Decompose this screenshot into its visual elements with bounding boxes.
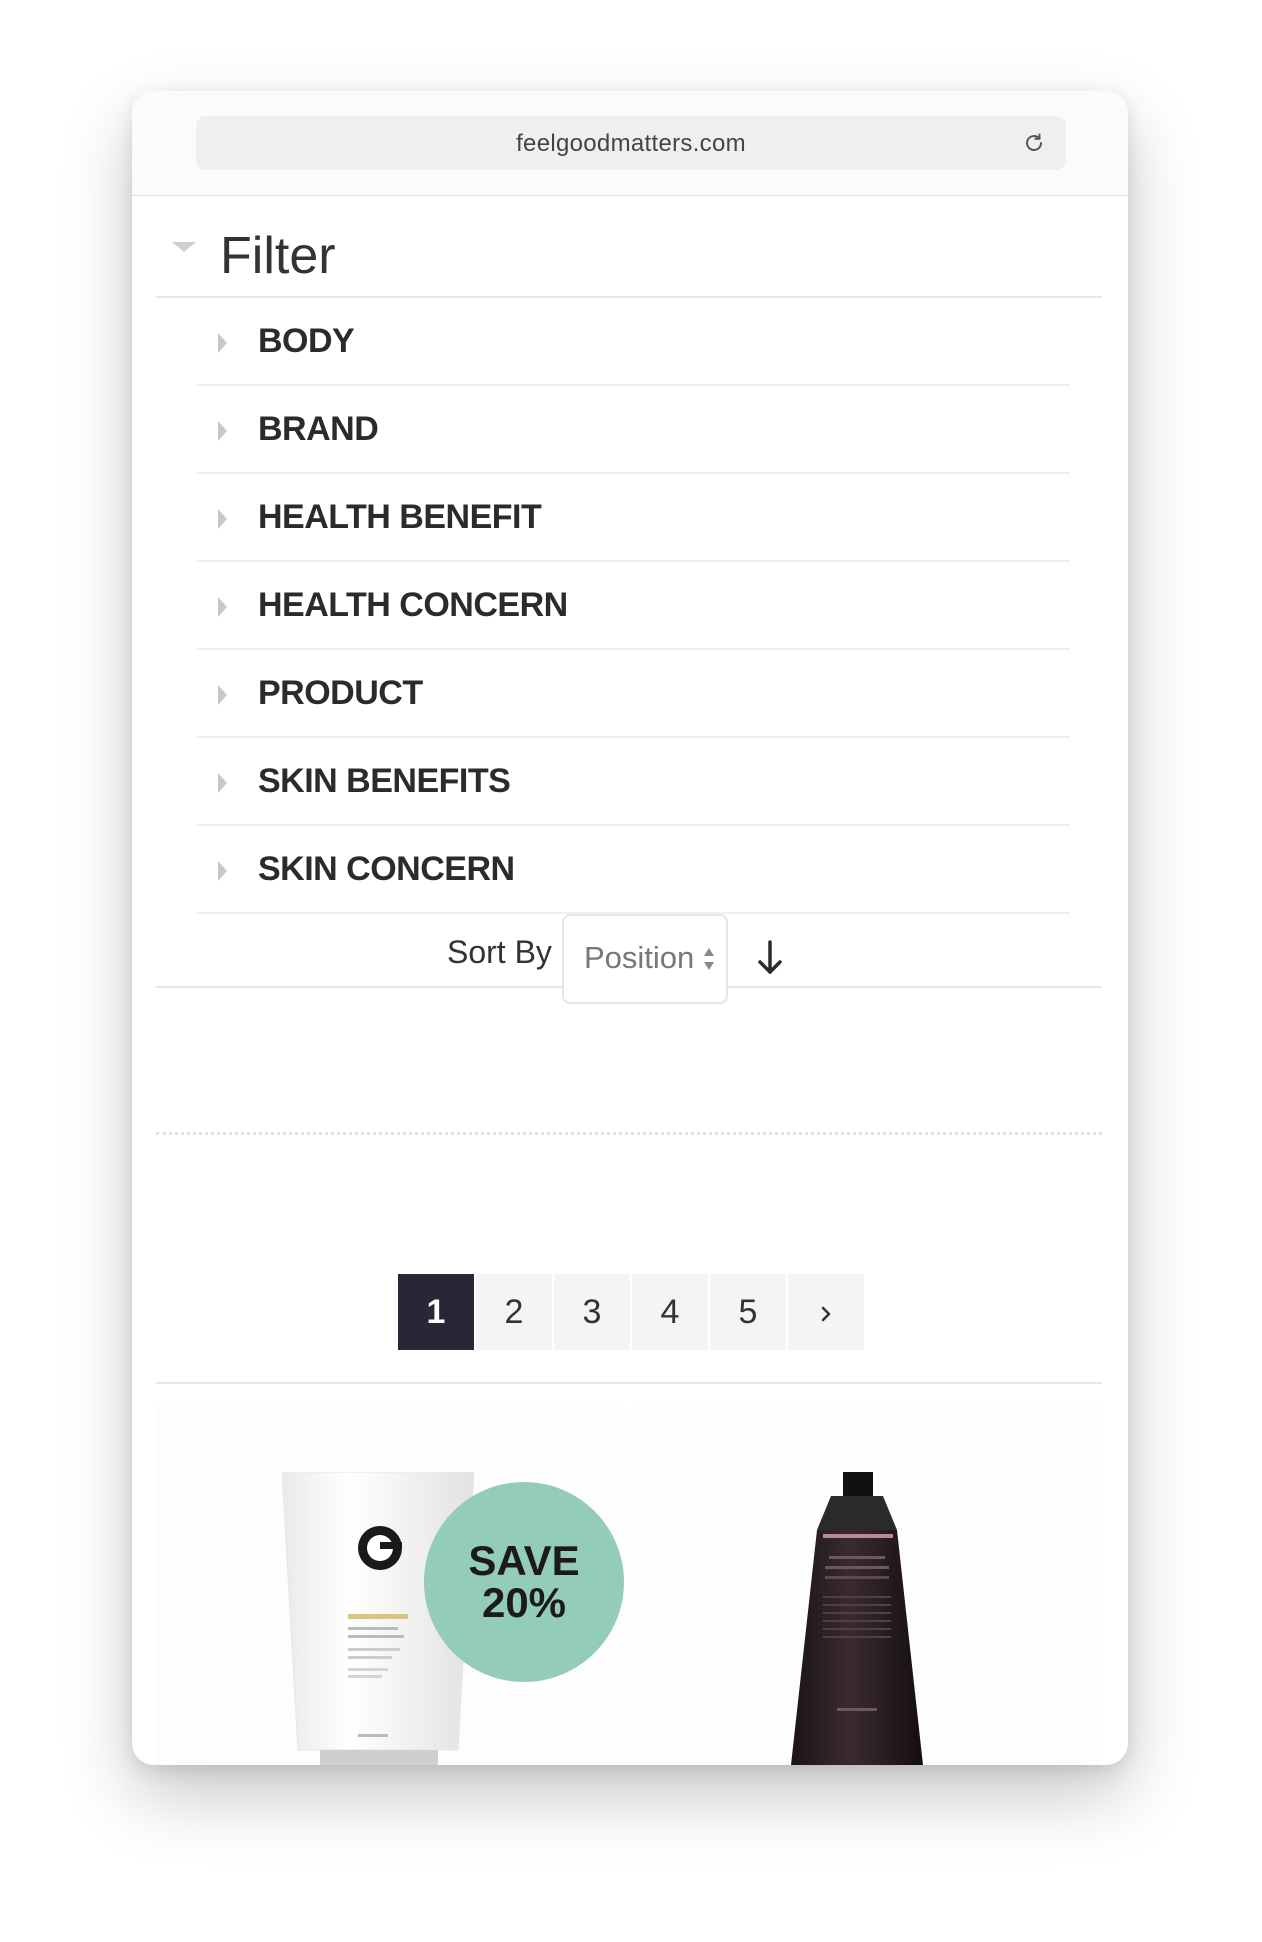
caret-right-icon bbox=[218, 509, 227, 529]
facet-label: PRODUCT bbox=[258, 674, 423, 712]
page-2[interactable]: 2 bbox=[476, 1274, 552, 1350]
arrow-down-icon[interactable] bbox=[754, 938, 786, 978]
caret-right-icon bbox=[218, 421, 227, 441]
page-1[interactable]: 1 bbox=[398, 1274, 474, 1350]
facet-health-concern[interactable]: HEALTH CONCERN bbox=[196, 562, 1070, 650]
caret-right-icon bbox=[218, 685, 227, 705]
product-image[interactable] bbox=[787, 1472, 927, 1765]
chevron-right-icon bbox=[821, 1306, 831, 1322]
caret-down-icon bbox=[172, 242, 196, 252]
facet-health-benefit[interactable]: HEALTH BENEFIT bbox=[196, 474, 1070, 562]
facet-skin-benefits[interactable]: SKIN BENEFITS bbox=[196, 738, 1070, 826]
select-arrows-icon bbox=[704, 948, 714, 970]
filter-header[interactable]: Filter bbox=[156, 218, 1102, 298]
page-4[interactable]: 4 bbox=[632, 1274, 708, 1350]
sort-select[interactable]: Position bbox=[562, 914, 728, 1004]
browser-window: feelgoodmatters.com Filter BODY BRAND HE… bbox=[132, 91, 1128, 1765]
caret-right-icon bbox=[218, 597, 227, 617]
facet-label: BRAND bbox=[258, 410, 379, 448]
page-5[interactable]: 5 bbox=[710, 1274, 786, 1350]
facet-product[interactable]: PRODUCT bbox=[196, 650, 1070, 738]
page-content: Filter BODY BRAND HEALTH BENEFIT HEALTH … bbox=[132, 196, 1128, 1765]
facet-label: SKIN CONCERN bbox=[258, 850, 515, 888]
url-text: feelgoodmatters.com bbox=[516, 130, 746, 157]
facet-label: SKIN BENEFITS bbox=[258, 762, 511, 800]
facet-brand[interactable]: BRAND bbox=[196, 386, 1070, 474]
product-card[interactable]: SAVE 20% bbox=[156, 1406, 626, 1765]
facet-skin-concern[interactable]: SKIN CONCERN bbox=[196, 826, 1070, 914]
facet-label: HEALTH CONCERN bbox=[258, 586, 568, 624]
badge-line-1: SAVE bbox=[468, 1537, 580, 1584]
browser-toolbar: feelgoodmatters.com bbox=[132, 91, 1128, 196]
reload-icon[interactable] bbox=[1022, 131, 1046, 155]
facet-body[interactable]: BODY bbox=[196, 298, 1070, 386]
caret-right-icon bbox=[218, 861, 227, 881]
caret-right-icon bbox=[218, 333, 227, 353]
product-grid: SAVE 20% bbox=[156, 1406, 1102, 1765]
sort-label: Sort By bbox=[447, 934, 552, 970]
dotted-divider bbox=[156, 1132, 1102, 1135]
divider bbox=[156, 1382, 1102, 1384]
filter-title: Filter bbox=[220, 227, 336, 285]
discount-badge: SAVE 20% bbox=[424, 1482, 624, 1682]
badge-line-2: 20% bbox=[481, 1579, 567, 1626]
address-bar[interactable]: feelgoodmatters.com bbox=[196, 116, 1066, 170]
next-page-button[interactable] bbox=[788, 1274, 864, 1350]
product-card[interactable] bbox=[632, 1406, 1102, 1765]
facet-label: BODY bbox=[258, 322, 355, 360]
caret-right-icon bbox=[218, 773, 227, 793]
sort-selected-value: Position bbox=[584, 940, 695, 975]
page-3[interactable]: 3 bbox=[554, 1274, 630, 1350]
facet-label: HEALTH BENEFIT bbox=[258, 498, 542, 536]
